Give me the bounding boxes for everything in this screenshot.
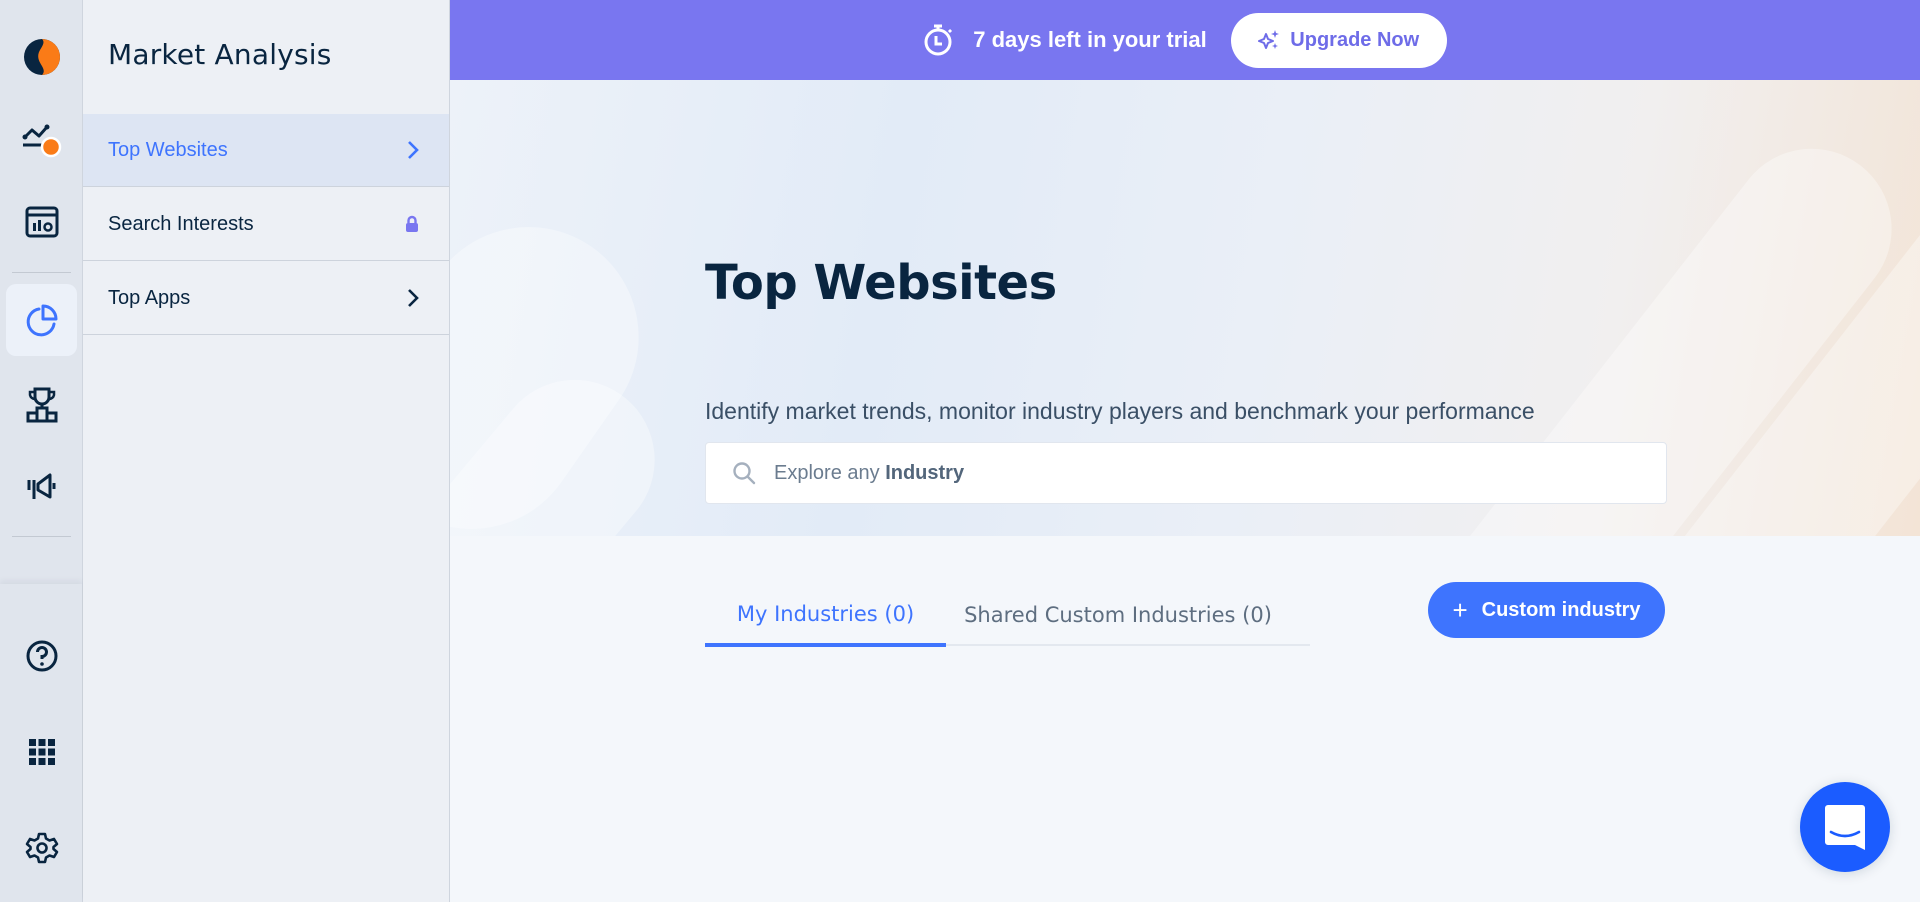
rail-divider — [12, 536, 71, 537]
search-icon — [733, 462, 756, 485]
rail-bottom-section — [0, 584, 82, 902]
page-subtitle: Identify market trends, monitor industry… — [705, 398, 1535, 424]
rail-divider — [12, 272, 71, 273]
tab-label: Shared Custom Industries (0) — [964, 603, 1272, 627]
megaphone-icon — [27, 473, 55, 499]
rail-item-market-analysis[interactable] — [0, 290, 83, 350]
rail-item-benchmark[interactable] — [0, 375, 83, 435]
trial-banner: 7 days left in your trial Upgrade Now — [450, 0, 1920, 80]
trophy-icon — [26, 387, 57, 423]
rail-item-dashboards[interactable] — [0, 192, 83, 252]
nav-item-search-interests[interactable]: Search Interests — [83, 188, 449, 261]
hero-section: Top Websites Identify market trends, mon… — [450, 80, 1920, 536]
chart-window-icon — [25, 206, 58, 238]
logo-button[interactable] — [0, 27, 83, 87]
apps-grid-icon — [28, 739, 55, 765]
gear-icon — [25, 832, 58, 864]
tab-my-industries[interactable]: My Industries (0) — [705, 584, 946, 647]
logo-icon — [23, 39, 60, 75]
upgrade-label: Upgrade Now — [1290, 28, 1420, 51]
trial-text: 7 days left in your trial — [973, 27, 1207, 52]
stopwatch-icon — [924, 24, 953, 56]
upgrade-now-button[interactable]: Upgrade Now — [1230, 12, 1447, 68]
search-placeholder: Explore any Industry — [774, 462, 964, 485]
nav-item-label: Top Websites — [108, 138, 228, 161]
trend-alert-icon — [22, 124, 61, 158]
nav-item-label: Search Interests — [108, 212, 254, 235]
chat-icon — [1825, 805, 1865, 850]
chevron-right-icon — [407, 140, 419, 160]
chat-launcher-button[interactable] — [1800, 782, 1890, 872]
apps-button[interactable] — [0, 722, 83, 782]
page-title: Top Websites — [705, 255, 1057, 311]
tab-label: My Industries (0) — [736, 601, 915, 626]
nav-item-top-apps[interactable]: Top Apps — [83, 262, 449, 335]
placeholder-prefix: Explore any — [774, 461, 880, 484]
tab-shared-custom-industries[interactable]: Shared Custom Industries (0) — [963, 584, 1273, 646]
sparkle-icon — [1258, 30, 1280, 49]
lock-icon — [405, 215, 419, 233]
icon-rail — [0, 0, 83, 902]
custom-industry-label: Custom industry — [1481, 598, 1641, 621]
add-custom-industry-button[interactable]: + Custom industry — [1428, 582, 1665, 638]
industry-tabs: My Industries (0) Shared Custom Industri… — [705, 584, 1310, 647]
help-button[interactable] — [0, 626, 83, 686]
plus-icon: + — [1452, 595, 1468, 625]
settings-button[interactable] — [0, 818, 83, 878]
chevron-right-icon — [407, 288, 419, 308]
placeholder-bold: Industry — [885, 461, 965, 484]
nav-item-top-websites[interactable]: Top Websites — [83, 114, 449, 187]
industry-search-input[interactable]: Explore any Industry — [705, 442, 1667, 504]
rail-item-research[interactable] — [0, 110, 83, 170]
panel-title: Market Analysis — [108, 38, 332, 71]
market-analysis-panel: Market Analysis Top Websites Search Inte… — [83, 0, 450, 902]
rail-item-marketing[interactable] — [0, 457, 83, 517]
pie-chart-icon — [26, 304, 57, 337]
nav-item-label: Top Apps — [108, 286, 191, 309]
help-icon — [26, 640, 57, 672]
